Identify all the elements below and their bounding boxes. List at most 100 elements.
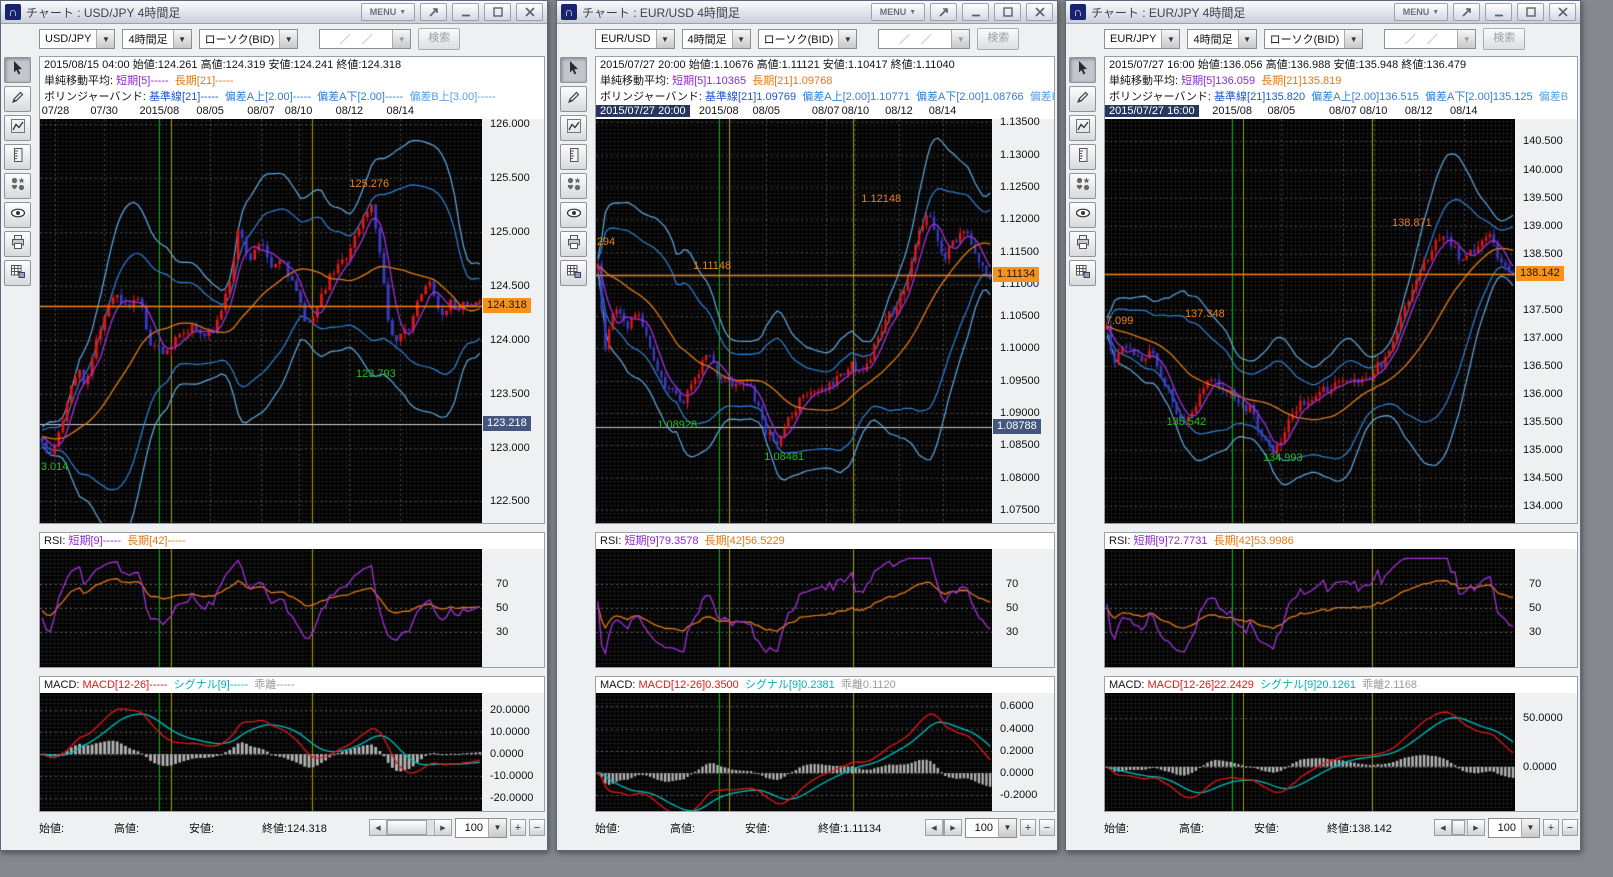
chart-type-select[interactable]: ローソク(BID)▼ — [758, 29, 858, 49]
sidebar-button-scale[interactable] — [4, 144, 31, 170]
search-button[interactable]: 検索 — [1483, 28, 1525, 50]
rsi-chart-canvas[interactable] — [1105, 549, 1515, 667]
sidebar-button-scale[interactable] — [560, 144, 587, 170]
sidebar-button-print[interactable] — [560, 231, 587, 257]
zoom-select[interactable]: 100▼ — [965, 818, 1017, 838]
scroll-track[interactable] — [387, 820, 434, 835]
sidebar-button-indicator-chart[interactable] — [4, 115, 31, 141]
main-chart-canvas[interactable] — [1105, 119, 1515, 523]
sidebar-button-stamp[interactable] — [1069, 173, 1096, 199]
main-chart[interactable]: 1.121482941.111481.089281.08481 — [596, 119, 992, 523]
scroll-right-button[interactable]: ▶ — [434, 820, 451, 835]
sidebar-button-print[interactable] — [1069, 231, 1096, 257]
search-button[interactable]: 検索 — [977, 28, 1019, 50]
sidebar-button-pencil[interactable] — [560, 86, 587, 112]
scroll-right-button[interactable]: ▶ — [944, 820, 961, 835]
sidebar-button-data-table[interactable] — [560, 260, 587, 286]
minimize-button[interactable] — [452, 3, 479, 21]
menu-button[interactable]: MENU▼ — [871, 3, 925, 21]
scrollbar[interactable]: ◀ ▶ — [369, 819, 452, 836]
price-axis[interactable]: 140.500140.000139.500139.000138.500137.5… — [1515, 119, 1577, 523]
sidebar-button-print[interactable] — [4, 231, 31, 257]
macd-chart-canvas[interactable] — [40, 693, 482, 811]
sidebar-button-pencil[interactable] — [4, 86, 31, 112]
popout-button[interactable] — [420, 3, 447, 21]
sidebar-button-stamp[interactable] — [4, 173, 31, 199]
scrollbar[interactable]: ◀ ▶ — [1434, 819, 1485, 836]
sidebar-button-stamp[interactable] — [560, 173, 587, 199]
chart-type-select[interactable]: ローソク(BID)▼ — [199, 29, 299, 49]
macd-chart[interactable] — [1105, 693, 1515, 811]
zoom-out-button[interactable]: − — [529, 819, 545, 836]
rsi-chart[interactable] — [40, 549, 482, 667]
sidebar-button-data-table[interactable] — [4, 260, 31, 286]
titlebar[interactable]: ∩ チャート : USD/JPY 4時間足 MENU▼ — [1, 1, 547, 24]
titlebar[interactable]: ∩ チャート : EUR/JPY 4時間足 MENU▼ — [1066, 1, 1580, 24]
main-chart-canvas[interactable] — [596, 119, 992, 523]
close-button[interactable] — [1026, 3, 1053, 21]
pair-select[interactable]: EUR/JPY▼ — [1104, 29, 1180, 49]
main-chart-canvas[interactable] — [40, 119, 482, 523]
macd-chart[interactable] — [40, 693, 482, 811]
sidebar-button-pencil[interactable] — [1069, 86, 1096, 112]
zoom-select[interactable]: 100▼ — [1488, 818, 1540, 838]
scroll-left-button[interactable]: ◀ — [1435, 820, 1452, 835]
zoom-in-button[interactable]: + — [1020, 819, 1036, 836]
scroll-thumb[interactable] — [387, 820, 427, 835]
popout-button[interactable] — [1453, 3, 1480, 21]
sidebar-button-indicator-chart[interactable] — [1069, 115, 1096, 141]
zoom-in-button[interactable]: + — [1543, 819, 1559, 836]
menu-button[interactable]: MENU▼ — [361, 3, 415, 21]
scroll-thumb[interactable] — [943, 820, 945, 835]
chart-type-select[interactable]: ローソク(BID)▼ — [1264, 29, 1364, 49]
zoom-out-button[interactable]: − — [1039, 819, 1055, 836]
scroll-right-button[interactable]: ▶ — [1467, 820, 1484, 835]
sidebar-button-data-table[interactable] — [1069, 260, 1096, 286]
sidebar-button-cursor[interactable] — [4, 57, 31, 83]
close-button[interactable] — [1549, 3, 1576, 21]
minimize-button[interactable] — [1485, 3, 1512, 21]
date-input[interactable]: ／ ／▼ — [1384, 29, 1476, 49]
scrollbar[interactable]: ◀ ▶ — [925, 819, 962, 836]
timeframe-select[interactable]: 4時間足▼ — [682, 29, 751, 49]
macd-chart-canvas[interactable] — [596, 693, 992, 811]
sidebar-button-indicator-chart[interactable] — [560, 115, 587, 141]
rsi-chart-canvas[interactable] — [596, 549, 992, 667]
maximize-button[interactable] — [1517, 3, 1544, 21]
maximize-button[interactable] — [484, 3, 511, 21]
rsi-chart[interactable] — [596, 549, 992, 667]
zoom-out-button[interactable]: − — [1562, 819, 1578, 836]
search-button[interactable]: 検索 — [418, 28, 460, 50]
sidebar-button-eye[interactable] — [560, 202, 587, 228]
scroll-track[interactable] — [1452, 820, 1467, 835]
macd-chart[interactable] — [596, 693, 992, 811]
date-input[interactable]: ／ ／▼ — [319, 29, 411, 49]
sidebar-button-cursor[interactable] — [560, 57, 587, 83]
titlebar[interactable]: ∩ チャート : EUR/USD 4時間足 MENU▼ — [557, 1, 1057, 24]
sidebar-button-cursor[interactable] — [1069, 57, 1096, 83]
scroll-left-button[interactable]: ◀ — [370, 820, 387, 835]
rsi-chart-canvas[interactable] — [40, 549, 482, 667]
zoom-in-button[interactable]: + — [510, 819, 526, 836]
main-chart[interactable]: 125.276123.7933.014 — [40, 119, 482, 523]
sidebar-button-eye[interactable] — [4, 202, 31, 228]
sidebar-button-scale[interactable] — [1069, 144, 1096, 170]
timeframe-select[interactable]: 4時間足▼ — [1187, 29, 1256, 49]
scroll-track[interactable] — [943, 820, 944, 835]
date-input[interactable]: ／ ／▼ — [878, 29, 970, 49]
popout-button[interactable] — [930, 3, 957, 21]
scroll-thumb[interactable] — [1452, 820, 1465, 835]
sidebar-button-eye[interactable] — [1069, 202, 1096, 228]
main-chart[interactable]: 138.8717.099137.348135.542134.993 — [1105, 119, 1515, 523]
scroll-left-button[interactable]: ◀ — [926, 820, 943, 835]
maximize-button[interactable] — [994, 3, 1021, 21]
menu-button[interactable]: MENU▼ — [1394, 3, 1448, 21]
timeframe-select[interactable]: 4時間足▼ — [122, 29, 191, 49]
pair-select[interactable]: EUR/USD▼ — [595, 29, 675, 49]
zoom-select[interactable]: 100▼ — [455, 818, 507, 838]
rsi-chart[interactable] — [1105, 549, 1515, 667]
minimize-button[interactable] — [962, 3, 989, 21]
macd-chart-canvas[interactable] — [1105, 693, 1515, 811]
price-axis[interactable]: 126.000125.500125.000124.500124.000123.5… — [482, 119, 544, 523]
price-axis[interactable]: 1.135001.130001.125001.120001.115001.110… — [992, 119, 1054, 523]
